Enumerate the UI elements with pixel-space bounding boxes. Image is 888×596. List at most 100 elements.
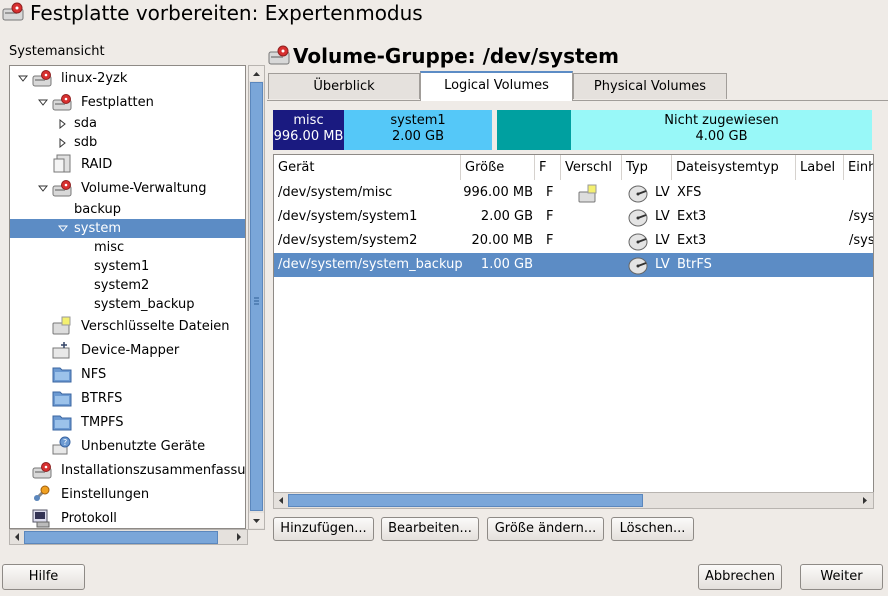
cell-size: 1.00 GB xyxy=(480,257,533,272)
tab-physical-volumes[interactable]: Physical Volumes xyxy=(573,73,727,99)
cell-f: F xyxy=(546,185,554,200)
unused-icon: ? xyxy=(52,436,71,455)
column-header-mount[interactable]: Einh xyxy=(844,155,873,180)
encrypted-icon xyxy=(578,184,597,203)
delete-button[interactable]: Löschen... xyxy=(611,517,694,541)
edit-button[interactable]: Bearbeiten... xyxy=(381,517,479,541)
bar-segment-system2 xyxy=(497,110,571,150)
tree-horizontal-scrollbar[interactable] xyxy=(9,529,248,545)
arrow-right-icon xyxy=(863,497,867,504)
page-title: Volume-Gruppe: /dev/system xyxy=(293,44,619,68)
disk-icon xyxy=(52,94,72,111)
add-button[interactable]: Hinzufügen... xyxy=(273,517,374,541)
cell-type: LV xyxy=(655,233,670,248)
table-horizontal-scrollbar[interactable] xyxy=(273,492,874,509)
column-header-label[interactable]: Label xyxy=(796,155,844,180)
tree-item-label: backup xyxy=(74,202,121,217)
table-row[interactable]: /dev/system/misc 996.00 MB F LV XFS xyxy=(274,181,873,205)
grip-icon xyxy=(254,297,259,305)
bar-segment-system1: system1 2.00 GB xyxy=(344,110,492,150)
cell-type: LV xyxy=(655,257,670,272)
expander-collapsed-icon[interactable] xyxy=(58,138,68,148)
column-header-fs-type[interactable]: Dateisystemtyp xyxy=(672,155,796,180)
tree-item-label: Device-Mapper xyxy=(81,343,180,358)
tree-item-label: linux-2yzk xyxy=(61,71,128,86)
log-icon xyxy=(32,509,50,528)
volume-usage-bar: misc 996.00 MB system1 2.00 GB Nicht zug… xyxy=(273,110,872,150)
tree-item-label: Unbenutzte Geräte xyxy=(81,439,206,454)
cell-type: LV xyxy=(655,209,670,224)
next-button[interactable]: Weiter xyxy=(800,564,883,590)
help-button[interactable]: Hilfe xyxy=(2,564,85,590)
bar-segment-unallocated: Nicht zugewiesen 4.00 GB xyxy=(571,110,872,150)
raid-icon xyxy=(53,154,71,173)
hard-disk-icon xyxy=(2,2,24,21)
table-hscroll-thumb[interactable] xyxy=(288,494,643,507)
svg-text:?: ? xyxy=(63,438,67,447)
tab-overview[interactable]: Überblick xyxy=(268,73,420,99)
expander-expanded-icon[interactable] xyxy=(38,98,48,108)
column-header-device[interactable]: Gerät xyxy=(274,155,461,180)
tree-item-label: RAID xyxy=(81,157,113,172)
sidebar-label: Systemansicht xyxy=(9,44,105,59)
tree-vertical-scrollbar[interactable] xyxy=(248,65,265,530)
abort-button[interactable]: Abbrechen xyxy=(698,564,782,590)
cell-device: /dev/system/misc xyxy=(278,185,393,200)
table-row[interactable]: /dev/system/system_backup 1.00 GB LV BtrFS xyxy=(274,253,873,277)
expander-expanded-icon[interactable] xyxy=(18,74,28,84)
tree-item-label: BTRFS xyxy=(81,391,123,406)
table-row[interactable]: /dev/system/system2 20.00 MB F LV Ext3/sys xyxy=(274,229,873,253)
resize-button[interactable]: Größe ändern... xyxy=(487,517,604,541)
tree-hscroll-thumb[interactable] xyxy=(24,531,218,544)
tree-item-label: misc xyxy=(94,240,125,255)
cell-device: /dev/system/system1 xyxy=(278,209,418,224)
crypt-icon xyxy=(52,316,71,335)
tree-item-label: sda xyxy=(74,116,97,131)
tree-scroll-thumb[interactable] xyxy=(250,82,263,511)
cell-fs-type: BtrFS xyxy=(677,257,712,272)
tree-item-label: Volume-Verwaltung xyxy=(81,181,207,196)
tree-item-label: NFS xyxy=(81,367,107,382)
tree-item-label: system1 xyxy=(94,259,150,274)
disk-icon xyxy=(52,180,72,197)
column-header-f[interactable]: F xyxy=(535,155,561,180)
arrow-right-icon xyxy=(237,533,241,541)
tree-item-label: Einstellungen xyxy=(61,487,150,502)
tree-item-system[interactable]: system xyxy=(10,219,245,238)
arrow-up-icon xyxy=(253,72,260,76)
scroll-up-button[interactable] xyxy=(249,66,264,81)
logical-volumes-table[interactable]: Gerät Größe F Verschl Typ Dateisystemtyp… xyxy=(273,154,874,494)
tree-item-label: Festplatten xyxy=(81,95,154,110)
arrow-left-icon xyxy=(15,533,19,541)
disk-icon xyxy=(628,209,648,227)
volume-group-icon xyxy=(268,45,290,65)
tree-item-label: system_backup xyxy=(94,297,195,312)
settings-icon xyxy=(33,485,50,502)
column-header-type[interactable]: Typ xyxy=(622,155,672,180)
table-row[interactable]: /dev/system/system1 2.00 GB F LV Ext3/sys xyxy=(274,205,873,229)
tree-item-label: TMPFS xyxy=(81,415,124,430)
column-header-encrypted[interactable]: Verschl xyxy=(561,155,622,180)
cell-type: LV xyxy=(655,185,670,200)
scroll-down-button[interactable] xyxy=(249,513,264,528)
arrow-left-icon xyxy=(279,497,283,504)
cell-size: 996.00 MB xyxy=(463,185,533,200)
system-view-tree[interactable]: linux-2yzk Festplatten sda sdb RAID Volume-Ve… xyxy=(9,65,246,529)
disk-icon xyxy=(628,185,648,203)
expander-expanded-icon[interactable] xyxy=(58,224,68,234)
window-title: Festplatte vorbereiten: Expertenmodus xyxy=(30,1,423,25)
cell-fs-type: XFS xyxy=(677,185,702,200)
disk-icon xyxy=(628,233,648,251)
tree-item-label: Verschlüsselte Dateien xyxy=(81,319,230,334)
expander-collapsed-icon[interactable] xyxy=(58,119,68,129)
tree-item-label: Installationszusammenfassung xyxy=(61,463,246,478)
tab-logical-volumes[interactable]: Logical Volumes xyxy=(420,71,573,101)
cell-size: 20.00 MB xyxy=(471,233,533,248)
expander-expanded-icon[interactable] xyxy=(38,184,48,194)
folder-icon xyxy=(52,391,72,407)
tree-item-label: system xyxy=(74,221,121,236)
cell-fs-type: Ext3 xyxy=(677,233,707,248)
cell-mount: /sys xyxy=(849,233,874,248)
column-header-size[interactable]: Größe xyxy=(461,155,535,180)
disk-icon xyxy=(32,70,52,87)
